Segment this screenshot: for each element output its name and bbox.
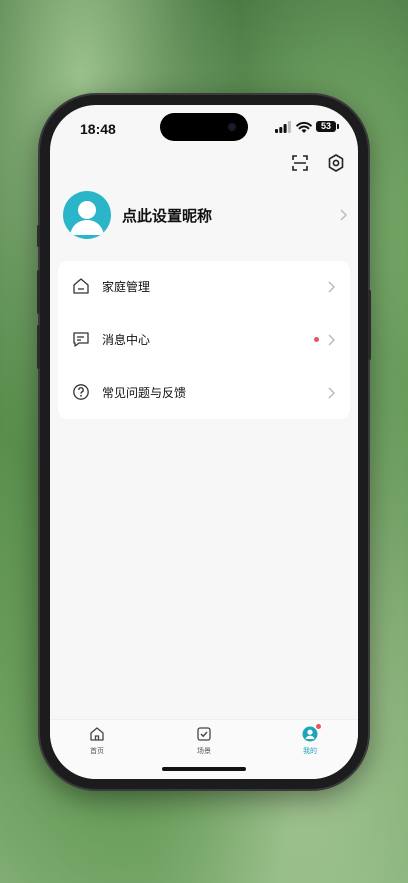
cellular-signal-icon	[275, 121, 291, 133]
user-avatar-icon	[70, 201, 104, 235]
scan-icon[interactable]	[289, 152, 311, 174]
tab-profile[interactable]: 我的	[280, 724, 340, 766]
app-screen: 18:48 53 点此设置昵称 家庭管理 消息中心 常见问题与反馈 首页 场景 …	[50, 105, 358, 779]
profile-tab-icon	[302, 726, 318, 742]
settings-gear-icon[interactable]	[325, 152, 347, 174]
tab-label: 我的	[303, 747, 317, 755]
battery-indicator: 53	[316, 121, 339, 132]
menu-item-label: 家庭管理	[102, 280, 151, 294]
chevron-right-icon	[328, 334, 336, 346]
tab-label: 首页	[90, 747, 104, 755]
profile-header[interactable]: 点此设置昵称	[50, 189, 358, 245]
tab-badge-dot	[316, 724, 321, 729]
home-tab-icon	[90, 727, 104, 741]
menu-item-label: 消息中心	[102, 333, 151, 347]
tab-label: 场景	[197, 747, 211, 755]
home-icon	[73, 278, 89, 294]
scene-check-icon	[197, 727, 211, 741]
volume-up-button	[37, 270, 40, 314]
menu-item-label: 常见问题与反馈	[102, 386, 187, 400]
message-icon	[73, 332, 89, 347]
menu-item-family-management[interactable]: 家庭管理	[58, 261, 350, 313]
dynamic-island	[160, 113, 248, 141]
menu-item-message-center[interactable]: 消息中心	[58, 314, 350, 366]
phone-frame: 18:48 53 点此设置昵称 家庭管理 消息中心 常见问题与反馈 首页 场景 …	[37, 95, 371, 789]
action-button	[37, 225, 40, 247]
wifi-icon	[296, 121, 312, 133]
chevron-right-icon	[328, 387, 336, 399]
tab-scene[interactable]: 场景	[174, 726, 234, 766]
volume-down-button	[37, 325, 40, 369]
power-button	[368, 290, 371, 360]
menu-card: 家庭管理 消息中心 常见问题与反馈	[58, 261, 350, 419]
menu-item-faq-feedback[interactable]: 常见问题与反馈	[58, 367, 350, 419]
unread-dot	[314, 337, 319, 342]
help-icon	[73, 384, 89, 400]
nickname-label[interactable]: 点此设置昵称	[122, 205, 212, 226]
status-bar: 18:48 53	[50, 105, 358, 149]
chevron-right-icon	[328, 281, 336, 293]
avatar[interactable]	[63, 191, 111, 239]
home-indicator[interactable]	[162, 767, 246, 771]
status-time: 18:48	[80, 121, 116, 137]
chevron-right-icon	[340, 209, 348, 221]
tab-home[interactable]: 首页	[67, 726, 127, 766]
camera-icon	[228, 123, 236, 131]
